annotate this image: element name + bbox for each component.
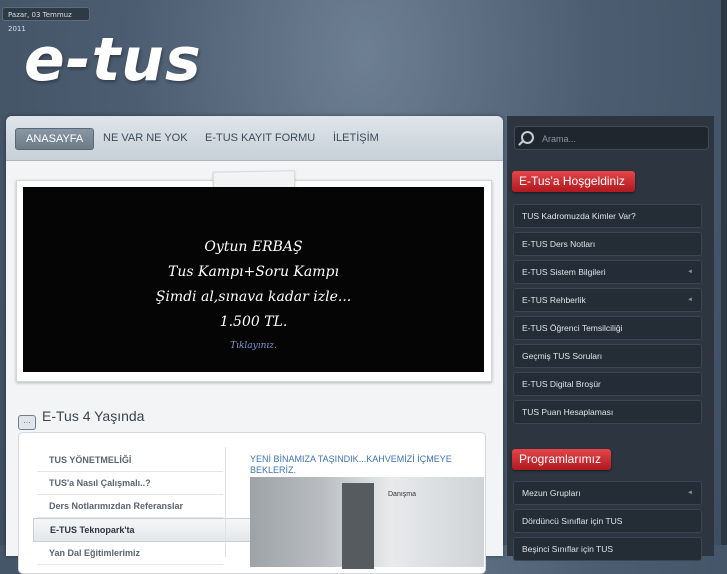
speech-bubble-icon: … bbox=[18, 415, 36, 430]
welcome-item[interactable]: E-TUS Rehberlik ◄ bbox=[513, 288, 702, 312]
welcome-item-label: Geçmiş TUS Soruları bbox=[522, 351, 603, 361]
search-input[interactable] bbox=[540, 130, 704, 148]
right-sidebar: E-Tus'a Hoşgeldiniz TUS Kadromuzda Kimle… bbox=[507, 116, 714, 561]
slide-line: Şimdi al,sınava kadar izle... bbox=[155, 289, 352, 305]
photo-sign-text: Danışma bbox=[388, 491, 417, 498]
page-scrollbar[interactable] bbox=[721, 0, 727, 545]
nav-contact[interactable]: İLETİŞİM bbox=[333, 128, 379, 148]
welcome-heading: E-Tus'a Hoşgeldiniz bbox=[512, 171, 635, 192]
slide-line: Tus Kampı+Soru Kampı bbox=[168, 264, 339, 280]
welcome-item-label: E-TUS Digital Broşür bbox=[522, 379, 601, 389]
submenu-arrow-icon: ◄ bbox=[687, 269, 693, 275]
welcome-item-label: E-TUS Öğrenci Temsilciliği bbox=[522, 323, 623, 333]
nav-home[interactable]: ANASAYFA bbox=[15, 128, 95, 150]
menu-item-active[interactable]: E-TUS Teknopark'ta bbox=[33, 518, 251, 542]
welcome-item-label: TUS Kadromuzda Kimler Var? bbox=[522, 211, 636, 221]
programs-menu: Mezun Grupları ◄ Dördüncü Sınıflar için TU… bbox=[513, 481, 702, 565]
photo-window bbox=[342, 483, 374, 569]
promo-slide[interactable]: Oytun ERBAŞ Tus Kampı+Soru Kampı Şimdi a… bbox=[23, 187, 484, 372]
nav-news[interactable]: NE VAR NE YOK bbox=[103, 128, 188, 148]
welcome-item[interactable]: Geçmiş TUS Soruları bbox=[513, 344, 702, 368]
search-box bbox=[514, 126, 709, 150]
menu-item[interactable]: TUS'a Nasıl Çalışmalı..? bbox=[37, 472, 223, 495]
site-logo[interactable]: e-tus bbox=[24, 20, 202, 100]
programs-heading: Programlarımız bbox=[512, 449, 612, 470]
divider bbox=[225, 447, 226, 557]
program-item[interactable]: Mezun Grupları ◄ bbox=[513, 481, 702, 505]
welcome-item[interactable]: E-TUS Ders Notları bbox=[513, 232, 702, 256]
welcome-item-label: TUS Puan Hesaplaması bbox=[522, 407, 614, 417]
program-item-label: Beşinci Sınıflar için TUS bbox=[522, 544, 614, 554]
program-item[interactable]: Beşinci Sınıflar için TUS bbox=[513, 537, 702, 561]
slide-cta-link[interactable]: Tıklayınız. bbox=[23, 341, 484, 351]
welcome-item-label: E-TUS Rehberlik bbox=[522, 295, 586, 305]
content-box: TUS YÖNETMELİĞİ TUS'a Nasıl Çalışmalı..?… bbox=[18, 432, 486, 574]
welcome-item-label: E-TUS Ders Notları bbox=[522, 239, 596, 249]
welcome-item-label: E-TUS Sistem Bilgileri bbox=[522, 267, 606, 277]
submenu-arrow-icon: ◄ bbox=[687, 297, 693, 303]
date-label: Pazar, 03 Temmuz 2011 bbox=[2, 7, 90, 33]
top-nav: ANASAYFA NE VAR NE YOK E-TUS KAYIT FORMU… bbox=[6, 116, 503, 161]
news-photo[interactable]: Danışma bbox=[250, 477, 484, 569]
content-menu: TUS YÖNETMELİĞİ TUS'a Nasıl Çalışmalı..?… bbox=[33, 449, 251, 565]
nav-register-form[interactable]: E-TUS KAYIT FORMU bbox=[205, 128, 315, 148]
welcome-item[interactable]: E-TUS Öğrenci Temsilciliği bbox=[513, 316, 702, 340]
slide-line: Oytun ERBAŞ bbox=[204, 239, 303, 255]
welcome-menu: TUS Kadromuzda Kimler Var? E-TUS Ders Not… bbox=[513, 204, 702, 428]
submenu-arrow-icon: ◄ bbox=[687, 490, 693, 496]
main-content: ANASAYFA NE VAR NE YOK E-TUS KAYIT FORMU… bbox=[6, 116, 503, 574]
menu-item[interactable]: TUS YÖNETMELİĞİ bbox=[37, 449, 223, 472]
welcome-item[interactable]: TUS Puan Hesaplaması bbox=[513, 400, 702, 424]
menu-item[interactable]: Yan Dal Eğitimlerimiz bbox=[37, 542, 223, 565]
news-link[interactable]: YENİ BİNAMIZA TAŞINDIK...KAHVEMİZİ İÇMEY… bbox=[250, 454, 470, 476]
section-heading: … E-Tus 4 Yaşında bbox=[18, 406, 145, 430]
search-icon[interactable] bbox=[521, 131, 534, 144]
welcome-item[interactable]: E-TUS Sistem Bilgileri ◄ bbox=[513, 260, 702, 284]
section-title-text: E-Tus 4 Yaşında bbox=[42, 408, 145, 424]
program-item[interactable]: Dördüncü Sınıflar için TUS bbox=[513, 509, 702, 533]
program-item-label: Dördüncü Sınıflar için TUS bbox=[522, 516, 623, 526]
menu-item[interactable]: Ders Notlarımızdan Referanslar bbox=[37, 495, 223, 518]
slide-line: 1.500 TL. bbox=[219, 314, 288, 330]
program-item-label: Mezun Grupları bbox=[522, 488, 581, 498]
welcome-item[interactable]: E-TUS Digital Broşür bbox=[513, 372, 702, 396]
welcome-item[interactable]: TUS Kadromuzda Kimler Var? bbox=[513, 204, 702, 228]
